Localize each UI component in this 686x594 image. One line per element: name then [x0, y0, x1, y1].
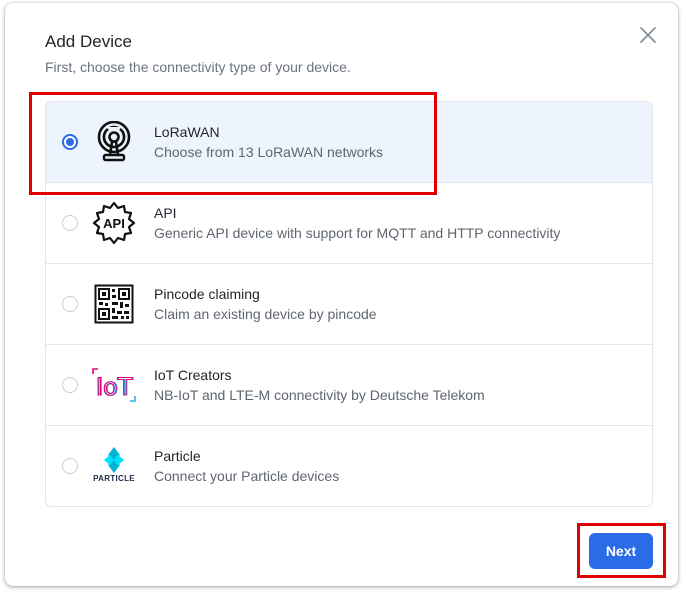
radio-pincode-claiming[interactable] [62, 296, 78, 312]
option-description: NB-IoT and LTE-M connectivity by Deutsch… [154, 387, 485, 403]
radio-particle[interactable] [62, 458, 78, 474]
radio-api[interactable] [62, 215, 78, 231]
option-description: Choose from 13 LoRaWAN networks [154, 144, 384, 160]
option-description: Claim an existing device by pincode [154, 306, 377, 322]
option-lorawan[interactable]: LoRaWAN Choose from 13 LoRaWAN networks [46, 102, 652, 183]
radio-iot-creators[interactable] [62, 377, 78, 393]
next-button[interactable]: Next [589, 533, 653, 569]
option-description: Generic API device with support for MQTT… [154, 225, 561, 241]
radio-lorawan[interactable] [62, 134, 78, 150]
option-title: API [154, 205, 177, 221]
antenna-tower-icon [90, 120, 138, 164]
option-description: Connect your Particle devices [154, 468, 340, 484]
option-title: IoT Creators [154, 367, 232, 383]
api-gear-icon: API [90, 201, 138, 245]
particle-logo: PARTICLE [90, 444, 138, 488]
option-title: Pincode claiming [154, 286, 260, 302]
option-particle[interactable]: PARTICLE Particle Connect your Particle … [46, 426, 652, 506]
connectivity-options-list: LoRaWAN Choose from 13 LoRaWAN networks … [45, 101, 653, 507]
dialog-title: Add Device [45, 32, 132, 51]
qr-code-icon [90, 282, 138, 326]
option-title: LoRaWAN [154, 124, 220, 140]
iot-logo-text: IoT [96, 373, 133, 401]
iot-creators-logo: IoT IoT [90, 363, 138, 407]
close-icon[interactable] [638, 25, 658, 45]
option-iot-creators[interactable]: IoT IoT IoT Creators NB-IoT and LTE-M co… [46, 345, 652, 426]
api-icon-text: API [103, 216, 125, 231]
add-device-dialog: Add Device First, choose the connectivit… [5, 3, 678, 586]
option-api[interactable]: API API Generic API device with support … [46, 183, 652, 264]
option-pincode-claiming[interactable]: Pincode claiming Claim an existing devic… [46, 264, 652, 345]
dialog-subtitle: First, choose the connectivity type of y… [45, 59, 351, 75]
particle-wordmark: PARTICLE [93, 474, 135, 483]
option-title: Particle [154, 448, 201, 464]
